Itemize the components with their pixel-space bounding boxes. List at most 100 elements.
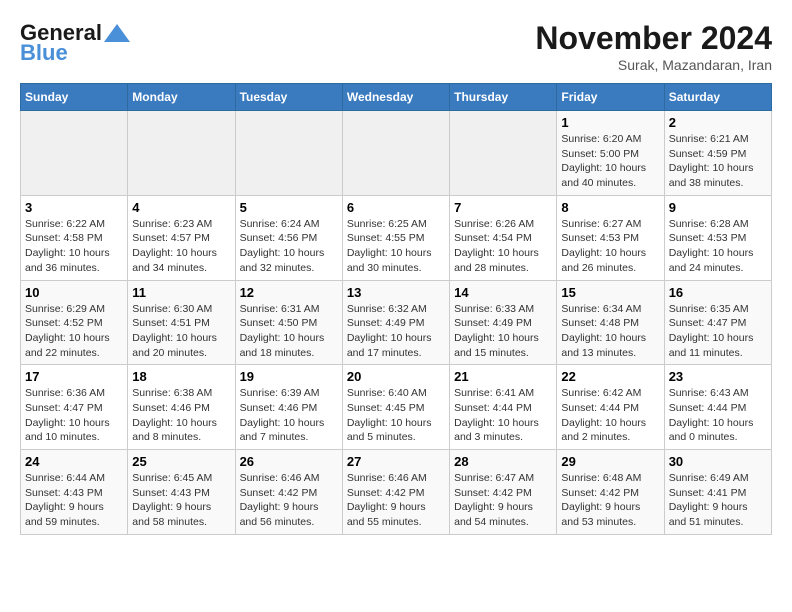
day-number: 29	[561, 454, 659, 469]
calendar-cell: 6Sunrise: 6:25 AMSunset: 4:55 PMDaylight…	[342, 195, 449, 280]
logo-blue: Blue	[20, 40, 68, 66]
day-info: Sunrise: 6:29 AMSunset: 4:52 PMDaylight:…	[25, 302, 123, 361]
day-number: 2	[669, 115, 767, 130]
day-info: Sunrise: 6:21 AMSunset: 4:59 PMDaylight:…	[669, 132, 767, 191]
calendar-cell: 11 Sunrise: 6:30 AMSunset: 4:51 PMDayligh…	[128, 280, 235, 365]
calendar-cell: 28 Sunrise: 6:47 AMSunset: 4:42 PMDayligh…	[450, 450, 557, 535]
calendar-cell: 26Sunrise: 6:46 AMSunset: 4:42 PMDayligh…	[235, 450, 342, 535]
calendar-cell: 14 Sunrise: 6:33 AMSunset: 4:49 PMDayligh…	[450, 280, 557, 365]
calendar-cell: 9Sunrise: 6:28 AMSunset: 4:53 PMDaylight…	[664, 195, 771, 280]
calendar-cell: 17 Sunrise: 6:36 AMSunset: 4:47 PMDayligh…	[21, 365, 128, 450]
day-of-week-header: Friday	[557, 84, 664, 111]
day-number: 22	[561, 369, 659, 384]
calendar-cell: 25Sunrise: 6:45 AMSunset: 4:43 PMDayligh…	[128, 450, 235, 535]
day-info: Sunrise: 6:30 AMSunset: 4:51 PMDaylight:…	[132, 302, 230, 361]
calendar-body: 1Sunrise: 6:20 AMSunset: 5:00 PMDaylight…	[21, 111, 772, 535]
calendar-table: SundayMondayTuesdayWednesdayThursdayFrid…	[20, 83, 772, 535]
day-info: Sunrise: 6:23 AMSunset: 4:57 PMDaylight:…	[132, 217, 230, 276]
day-number: 30	[669, 454, 767, 469]
calendar-week-row: 1Sunrise: 6:20 AMSunset: 5:00 PMDaylight…	[21, 111, 772, 196]
day-of-week-header: Saturday	[664, 84, 771, 111]
calendar-cell	[128, 111, 235, 196]
day-number: 21	[454, 369, 552, 384]
day-number: 7	[454, 200, 552, 215]
day-info: Sunrise: 6:45 AMSunset: 4:43 PMDaylight:…	[132, 471, 230, 530]
calendar-week-row: 17 Sunrise: 6:36 AMSunset: 4:47 PMDayligh…	[21, 365, 772, 450]
day-number: 27	[347, 454, 445, 469]
day-info: Sunrise: 6:27 AMSunset: 4:53 PMDaylight:…	[561, 217, 659, 276]
day-info: Sunrise: 6:49 AMSunset: 4:41 PMDaylight:…	[669, 471, 767, 530]
day-info: Sunrise: 6:25 AMSunset: 4:55 PMDaylight:…	[347, 217, 445, 276]
calendar-cell: 5 Sunrise: 6:24 AMSunset: 4:56 PMDaylight…	[235, 195, 342, 280]
calendar-cell: 20 Sunrise: 6:40 AMSunset: 4:45 PMDayligh…	[342, 365, 449, 450]
day-number: 10	[25, 285, 123, 300]
day-info: Sunrise: 6:33 AMSunset: 4:49 PMDaylight:…	[454, 302, 552, 361]
day-info: Sunrise: 6:46 AMSunset: 4:42 PMDaylight:…	[347, 471, 445, 530]
month-title: November 2024	[535, 20, 772, 57]
calendar-cell: 7Sunrise: 6:26 AMSunset: 4:54 PMDaylight…	[450, 195, 557, 280]
calendar-cell: 13 Sunrise: 6:32 AMSunset: 4:49 PMDayligh…	[342, 280, 449, 365]
day-number: 24	[25, 454, 123, 469]
calendar-cell: 22 Sunrise: 6:42 AMSunset: 4:44 PMDayligh…	[557, 365, 664, 450]
calendar-cell: 30 Sunrise: 6:49 AMSunset: 4:41 PMDayligh…	[664, 450, 771, 535]
day-number: 26	[240, 454, 338, 469]
calendar-cell: 10 Sunrise: 6:29 AMSunset: 4:52 PMDayligh…	[21, 280, 128, 365]
calendar-cell: 3 Sunrise: 6:22 AMSunset: 4:58 PMDaylight…	[21, 195, 128, 280]
day-number: 3	[25, 200, 123, 215]
day-number: 28	[454, 454, 552, 469]
day-number: 16	[669, 285, 767, 300]
day-number: 20	[347, 369, 445, 384]
day-info: Sunrise: 6:24 AMSunset: 4:56 PMDaylight:…	[240, 217, 338, 276]
logo: General Blue	[20, 20, 130, 66]
day-info: Sunrise: 6:48 AMSunset: 4:42 PMDaylight:…	[561, 471, 659, 530]
day-info: Sunrise: 6:42 AMSunset: 4:44 PMDaylight:…	[561, 386, 659, 445]
day-of-week-header: Tuesday	[235, 84, 342, 111]
calendar-cell	[450, 111, 557, 196]
day-info: Sunrise: 6:40 AMSunset: 4:45 PMDaylight:…	[347, 386, 445, 445]
calendar-cell: 23Sunrise: 6:43 AMSunset: 4:44 PMDayligh…	[664, 365, 771, 450]
day-number: 14	[454, 285, 552, 300]
day-info: Sunrise: 6:34 AMSunset: 4:48 PMDaylight:…	[561, 302, 659, 361]
calendar-cell: 8Sunrise: 6:27 AMSunset: 4:53 PMDaylight…	[557, 195, 664, 280]
day-info: Sunrise: 6:32 AMSunset: 4:49 PMDaylight:…	[347, 302, 445, 361]
day-info: Sunrise: 6:39 AMSunset: 4:46 PMDaylight:…	[240, 386, 338, 445]
calendar-header-row: SundayMondayTuesdayWednesdayThursdayFrid…	[21, 84, 772, 111]
calendar-cell: 2 Sunrise: 6:21 AMSunset: 4:59 PMDaylight…	[664, 111, 771, 196]
day-number: 17	[25, 369, 123, 384]
day-number: 12	[240, 285, 338, 300]
calendar-cell: 4 Sunrise: 6:23 AMSunset: 4:57 PMDaylight…	[128, 195, 235, 280]
day-number: 23	[669, 369, 767, 384]
calendar-cell: 29 Sunrise: 6:48 AMSunset: 4:42 PMDayligh…	[557, 450, 664, 535]
day-info: Sunrise: 6:22 AMSunset: 4:58 PMDaylight:…	[25, 217, 123, 276]
calendar-cell: 1Sunrise: 6:20 AMSunset: 5:00 PMDaylight…	[557, 111, 664, 196]
day-number: 11	[132, 285, 230, 300]
calendar-cell: 16 Sunrise: 6:35 AMSunset: 4:47 PMDayligh…	[664, 280, 771, 365]
day-number: 9	[669, 200, 767, 215]
subtitle: Surak, Mazandaran, Iran	[535, 57, 772, 73]
calendar-cell	[21, 111, 128, 196]
title-section: November 2024 Surak, Mazandaran, Iran	[535, 20, 772, 73]
day-info: Sunrise: 6:44 AMSunset: 4:43 PMDaylight:…	[25, 471, 123, 530]
day-number: 19	[240, 369, 338, 384]
day-info: Sunrise: 6:41 AMSunset: 4:44 PMDaylight:…	[454, 386, 552, 445]
day-number: 5	[240, 200, 338, 215]
day-of-week-header: Sunday	[21, 84, 128, 111]
day-of-week-header: Wednesday	[342, 84, 449, 111]
calendar-cell	[342, 111, 449, 196]
day-number: 13	[347, 285, 445, 300]
day-info: Sunrise: 6:36 AMSunset: 4:47 PMDaylight:…	[25, 386, 123, 445]
day-number: 4	[132, 200, 230, 215]
calendar-week-row: 24 Sunrise: 6:44 AMSunset: 4:43 PMDayligh…	[21, 450, 772, 535]
calendar-cell: 27 Sunrise: 6:46 AMSunset: 4:42 PMDayligh…	[342, 450, 449, 535]
calendar-cell: 18Sunrise: 6:38 AMSunset: 4:46 PMDayligh…	[128, 365, 235, 450]
calendar-cell: 21 Sunrise: 6:41 AMSunset: 4:44 PMDayligh…	[450, 365, 557, 450]
day-info: Sunrise: 6:20 AMSunset: 5:00 PMDaylight:…	[561, 132, 659, 191]
day-info: Sunrise: 6:47 AMSunset: 4:42 PMDaylight:…	[454, 471, 552, 530]
calendar-cell: 24 Sunrise: 6:44 AMSunset: 4:43 PMDayligh…	[21, 450, 128, 535]
day-of-week-header: Thursday	[450, 84, 557, 111]
day-number: 15	[561, 285, 659, 300]
day-number: 18	[132, 369, 230, 384]
calendar-cell: 12Sunrise: 6:31 AMSunset: 4:50 PMDayligh…	[235, 280, 342, 365]
day-info: Sunrise: 6:35 AMSunset: 4:47 PMDaylight:…	[669, 302, 767, 361]
page-header: General Blue November 2024 Surak, Mazand…	[20, 20, 772, 73]
